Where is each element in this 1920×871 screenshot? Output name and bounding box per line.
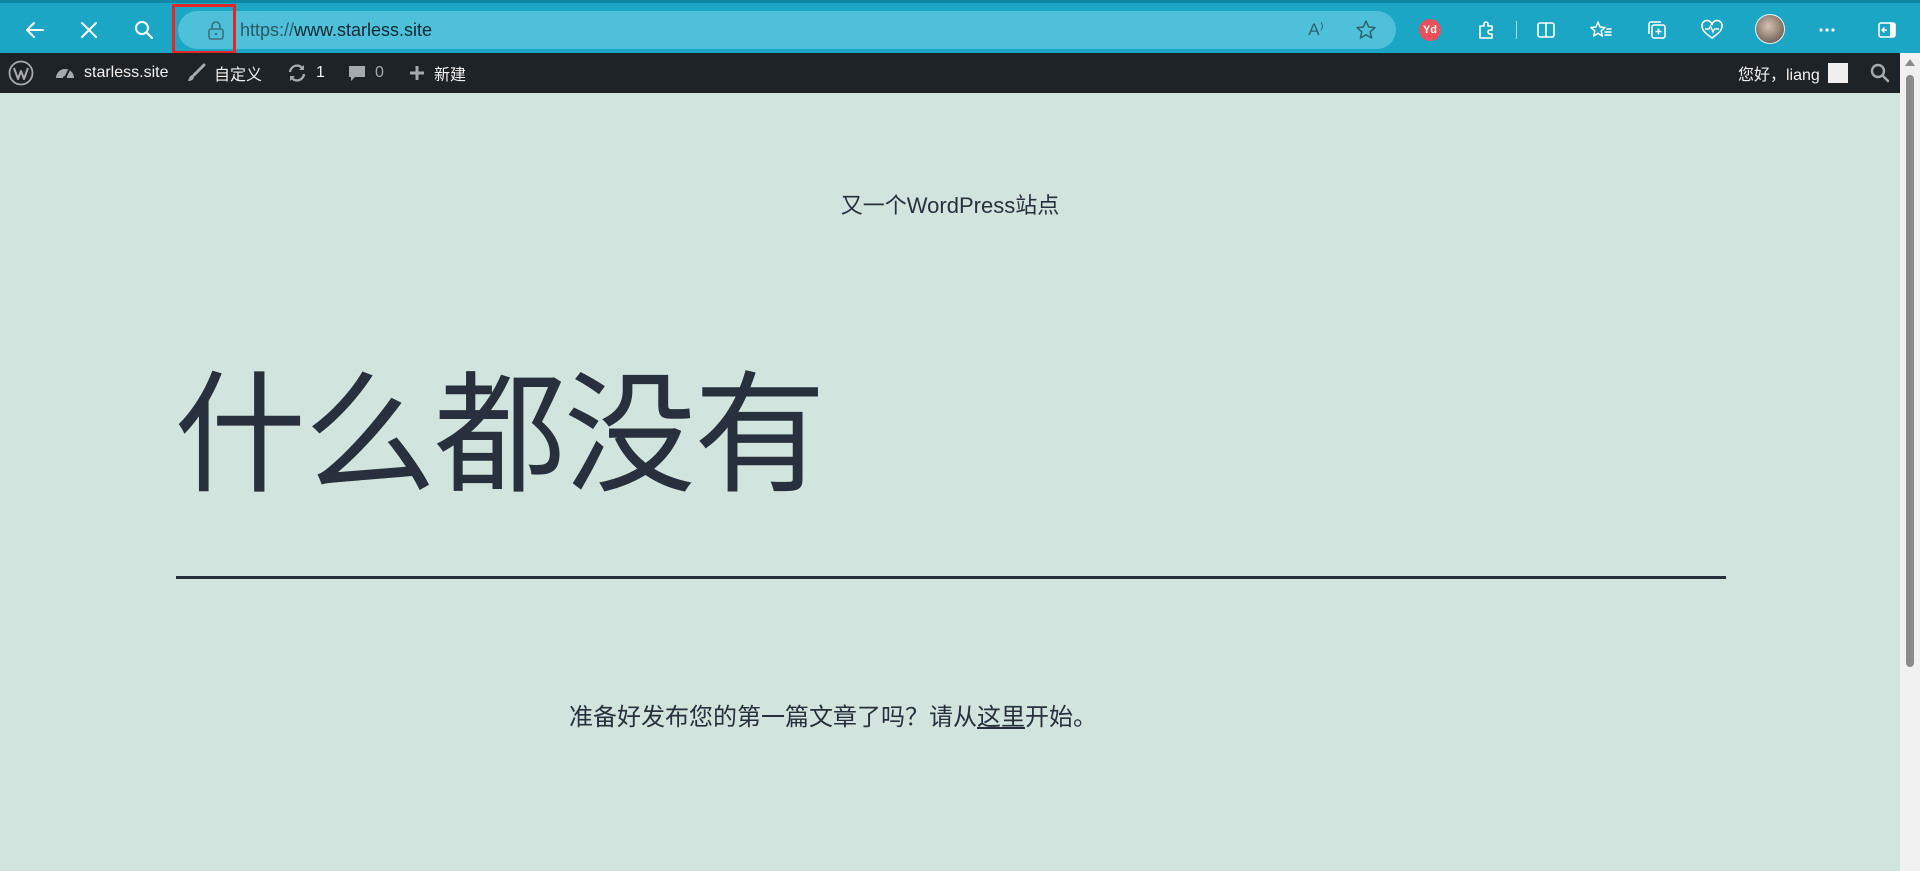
- extensions-button[interactable]: [1471, 15, 1501, 45]
- greeting-label: 您好，liang: [1738, 67, 1820, 84]
- split-screen-icon: [1537, 22, 1555, 38]
- comments-count: 0: [375, 64, 384, 81]
- search-icon: [135, 21, 153, 39]
- user-avatar: [1827, 63, 1848, 83]
- site-name-menu[interactable]: starless.site: [54, 53, 168, 93]
- puzzle-icon: [1479, 21, 1493, 39]
- arrow-left-icon: [26, 22, 44, 38]
- page-title: 什么都没有: [174, 359, 826, 513]
- new-content-menu[interactable]: 新建: [408, 53, 466, 93]
- url-host: www.starless.site: [294, 20, 433, 40]
- favorite-star-icon[interactable]: [1354, 19, 1378, 41]
- dashboard-icon: [54, 63, 76, 83]
- wp-admin-bar: starless.site 自定义 1 0 新建 您好，liang: [0, 53, 1900, 93]
- comment-bubble-icon: [347, 63, 367, 83]
- start-here-link[interactable]: 这里: [977, 704, 1025, 731]
- search-button[interactable]: [126, 12, 162, 48]
- profile-button[interactable]: [1755, 14, 1785, 44]
- admin-search-button[interactable]: [1870, 53, 1890, 93]
- paintbrush-icon: [186, 63, 206, 83]
- lead-text-before: 准备好发布您的第一篇文章了吗？请从: [569, 704, 977, 731]
- settings-more-button[interactable]: [1812, 15, 1842, 45]
- address-bar[interactable]: https://www.starless.site A⁾: [178, 11, 1396, 49]
- favorites-list-icon: [1590, 21, 1612, 37]
- updates-count: 1: [316, 64, 325, 81]
- close-icon: [81, 22, 97, 38]
- more-dots-icon: [1819, 28, 1835, 32]
- browser-essentials-button[interactable]: [1697, 15, 1727, 45]
- updates-menu[interactable]: 1: [286, 53, 325, 93]
- search-icon: [1870, 63, 1890, 83]
- url-scheme: https://: [240, 20, 295, 40]
- refresh-icon: [286, 63, 308, 83]
- split-screen-button[interactable]: [1531, 15, 1561, 45]
- youdao-extension-button[interactable]: Yd: [1415, 15, 1445, 45]
- page-scrollbar[interactable]: [1900, 53, 1920, 871]
- url-text[interactable]: https://www.starless.site: [240, 20, 432, 41]
- scroll-up-arrow-icon[interactable]: [1905, 59, 1915, 66]
- new-label: 新建: [434, 67, 467, 84]
- site-name-label: starless.site: [84, 64, 169, 81]
- empty-state-message: 准备好发布您的第一篇文章了吗？请从这里开始。: [569, 697, 1097, 732]
- heart-pulse-icon: [1701, 19, 1723, 39]
- site-title-link[interactable]: 又一个WordPress站点: [0, 188, 1900, 220]
- lead-text-after: 开始。: [1025, 704, 1097, 731]
- stop-loading-button[interactable]: [71, 12, 107, 48]
- my-account-menu[interactable]: 您好，liang: [1738, 53, 1848, 93]
- youdao-icon: Yd: [1419, 19, 1441, 41]
- favorites-button[interactable]: [1586, 15, 1616, 45]
- sidebar-toggle-button[interactable]: [1872, 15, 1902, 45]
- separator-line: [176, 576, 1726, 579]
- customize-menu[interactable]: 自定义: [186, 53, 262, 93]
- comments-menu[interactable]: 0: [347, 53, 384, 93]
- customize-label: 自定义: [214, 67, 263, 84]
- scroll-thumb[interactable]: [1906, 75, 1914, 667]
- wp-logo-menu[interactable]: [8, 53, 34, 93]
- avatar: [1755, 14, 1785, 44]
- lock-icon[interactable]: [206, 20, 226, 40]
- plus-icon: [408, 64, 426, 82]
- sidebar-icon: [1878, 22, 1896, 38]
- browser-toolbar: https://www.starless.site A⁾ Yd: [0, 0, 1920, 54]
- wordpress-logo-icon: [8, 60, 34, 86]
- collections-icon: [1648, 21, 1666, 39]
- toolbar-separator: [1516, 21, 1517, 39]
- back-button[interactable]: [17, 12, 53, 48]
- read-aloud-icon[interactable]: A⁾: [1304, 19, 1328, 41]
- collections-button[interactable]: [1642, 15, 1672, 45]
